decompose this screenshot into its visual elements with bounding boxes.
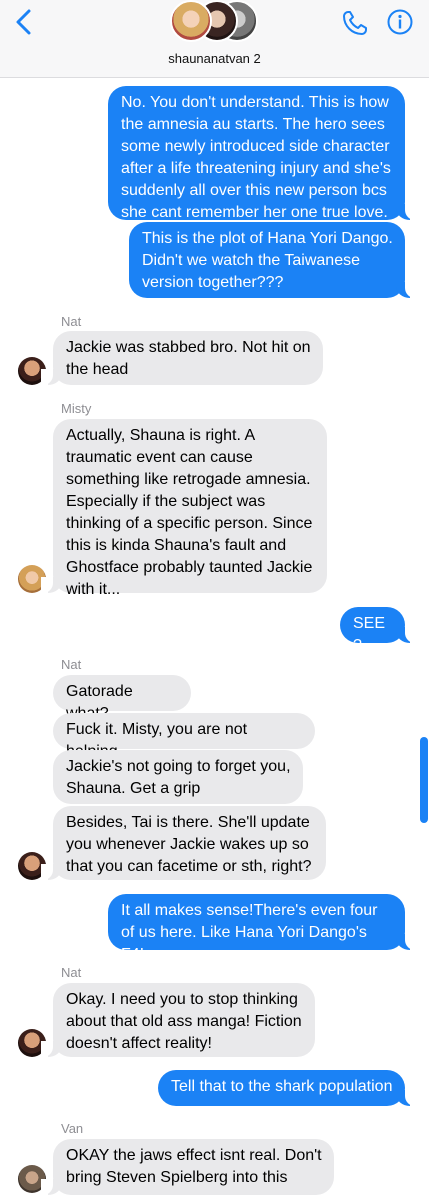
sender-name: Nat bbox=[61, 314, 82, 329]
outgoing-message[interactable]: No. You don't understand. This is how th… bbox=[108, 86, 417, 221]
scrollbar[interactable] bbox=[420, 737, 428, 823]
incoming-message[interactable]: Gatorade what? bbox=[53, 675, 191, 722]
group-name[interactable]: shaunanatvan 2 bbox=[0, 51, 429, 66]
outgoing-message[interactable]: This is the plot of Hana Yori Dango. Did… bbox=[129, 222, 417, 298]
group-avatar-stack[interactable] bbox=[168, 0, 268, 44]
incoming-message[interactable]: OKAY the jaws effect isnt real. Don't br… bbox=[41, 1139, 334, 1195]
info-icon[interactable] bbox=[387, 9, 413, 35]
incoming-message[interactable]: Actually, Shauna is right. A traumatic e… bbox=[41, 419, 327, 598]
outgoing-message[interactable]: It all makes sense!There's even four of … bbox=[108, 894, 417, 963]
sender-name: Nat bbox=[61, 657, 82, 672]
sender-name: Van bbox=[61, 1121, 84, 1136]
chevron-left-icon[interactable] bbox=[12, 8, 36, 36]
incoming-message[interactable]: Jackie's not going to forget you, Shauna… bbox=[53, 750, 303, 804]
phone-icon[interactable] bbox=[341, 9, 369, 37]
conversation-header: shaunanatvan 2 bbox=[0, 0, 429, 78]
avatar bbox=[170, 0, 212, 42]
sender-name: Misty bbox=[61, 401, 92, 416]
incoming-message[interactable]: Besides, Tai is there. She'll update you… bbox=[41, 806, 326, 880]
incoming-message[interactable]: Okay. I need you to stop thinking about … bbox=[41, 983, 315, 1057]
incoming-message[interactable]: Fuck it. Misty, you are not helping bbox=[53, 713, 315, 760]
incoming-message[interactable]: Jackie was stabbed bro. Not hit on the h… bbox=[41, 331, 323, 385]
sender-name: Nat bbox=[61, 965, 82, 980]
outgoing-message[interactable]: Tell that to the shark population bbox=[158, 1070, 417, 1106]
outgoing-message[interactable]: SEE? bbox=[340, 607, 417, 654]
